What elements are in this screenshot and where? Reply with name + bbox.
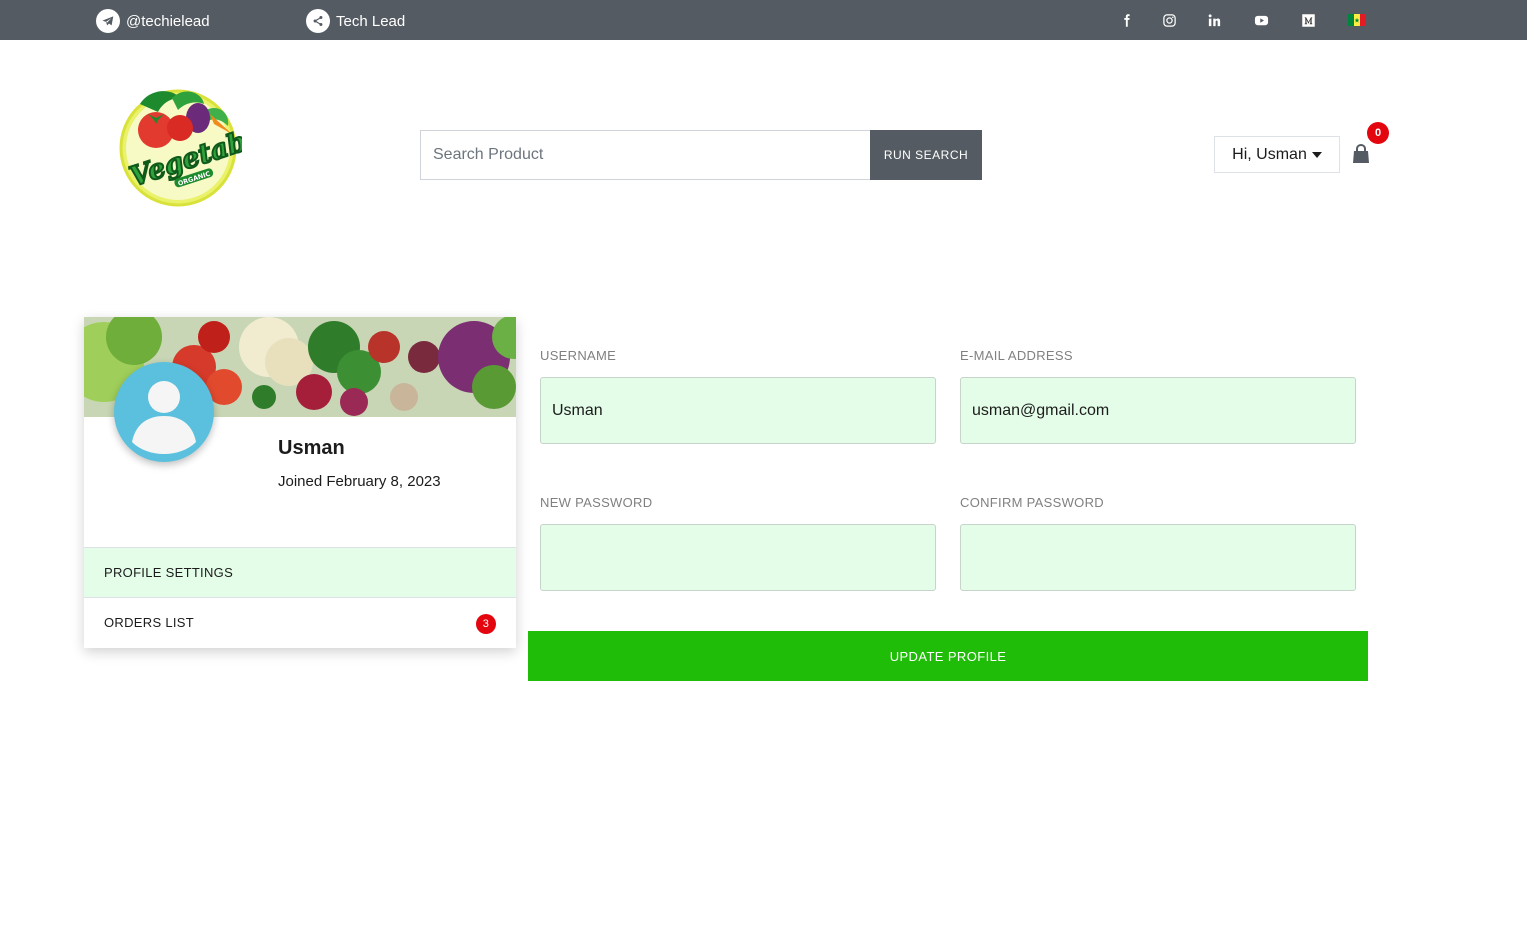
instagram-icon[interactable] [1157,0,1181,40]
shopping-bag-icon[interactable] [1352,143,1370,164]
facebook-icon[interactable] [1114,0,1138,40]
update-profile-button[interactable]: UPDATE PROFILE [528,631,1368,681]
orders-list-tab[interactable]: ORDERS LIST 3 [84,597,516,647]
caret-down-icon [1311,151,1322,158]
new-password-field[interactable] [540,524,936,591]
run-search-button[interactable]: RUN SEARCH [870,130,982,180]
flag-senegal-icon[interactable] [1345,0,1369,40]
user-menu-dropdown[interactable]: Hi, Usman [1214,136,1340,173]
confirm-password-label: CONFIRM PASSWORD [960,495,1104,510]
profile-card: Usman Joined February 8, 2023 PROFILE SE… [84,317,516,648]
top-bar: @techielead Tech Lead [0,0,1527,40]
avatar [114,362,214,462]
profile-settings-label: PROFILE SETTINGS [104,565,234,580]
profile-name: Usman [278,437,345,459]
user-greeting: Hi, Usman [1232,145,1307,163]
email-field[interactable] [960,377,1356,444]
new-password-label: NEW PASSWORD [540,495,653,510]
site-logo[interactable]: Vegetables ORGANIC [110,84,292,210]
orders-list-label: ORDERS LIST [104,615,194,630]
orders-count-badge: 3 [476,614,496,634]
share-link[interactable]: Tech Lead [306,9,405,33]
youtube-icon[interactable] [1249,0,1273,40]
username-field[interactable] [540,377,936,444]
search-input[interactable] [420,130,870,180]
cart-count-badge: 0 [1367,122,1389,144]
share-label: Tech Lead [336,12,406,30]
search-bar: RUN SEARCH [420,130,982,180]
share-icon [306,9,330,33]
profile-joined-date: Joined February 8, 2023 [278,473,441,490]
username-label: USERNAME [540,348,617,363]
medium-icon[interactable] [1296,0,1320,40]
telegram-handle: @techielead [126,12,210,30]
email-label: E-MAIL ADDRESS [960,348,1073,363]
telegram-link[interactable]: @techielead [96,9,210,33]
telegram-icon [96,9,120,33]
confirm-password-field[interactable] [960,524,1356,591]
linkedin-icon[interactable] [1202,0,1226,40]
profile-settings-tab[interactable]: PROFILE SETTINGS [84,547,516,597]
